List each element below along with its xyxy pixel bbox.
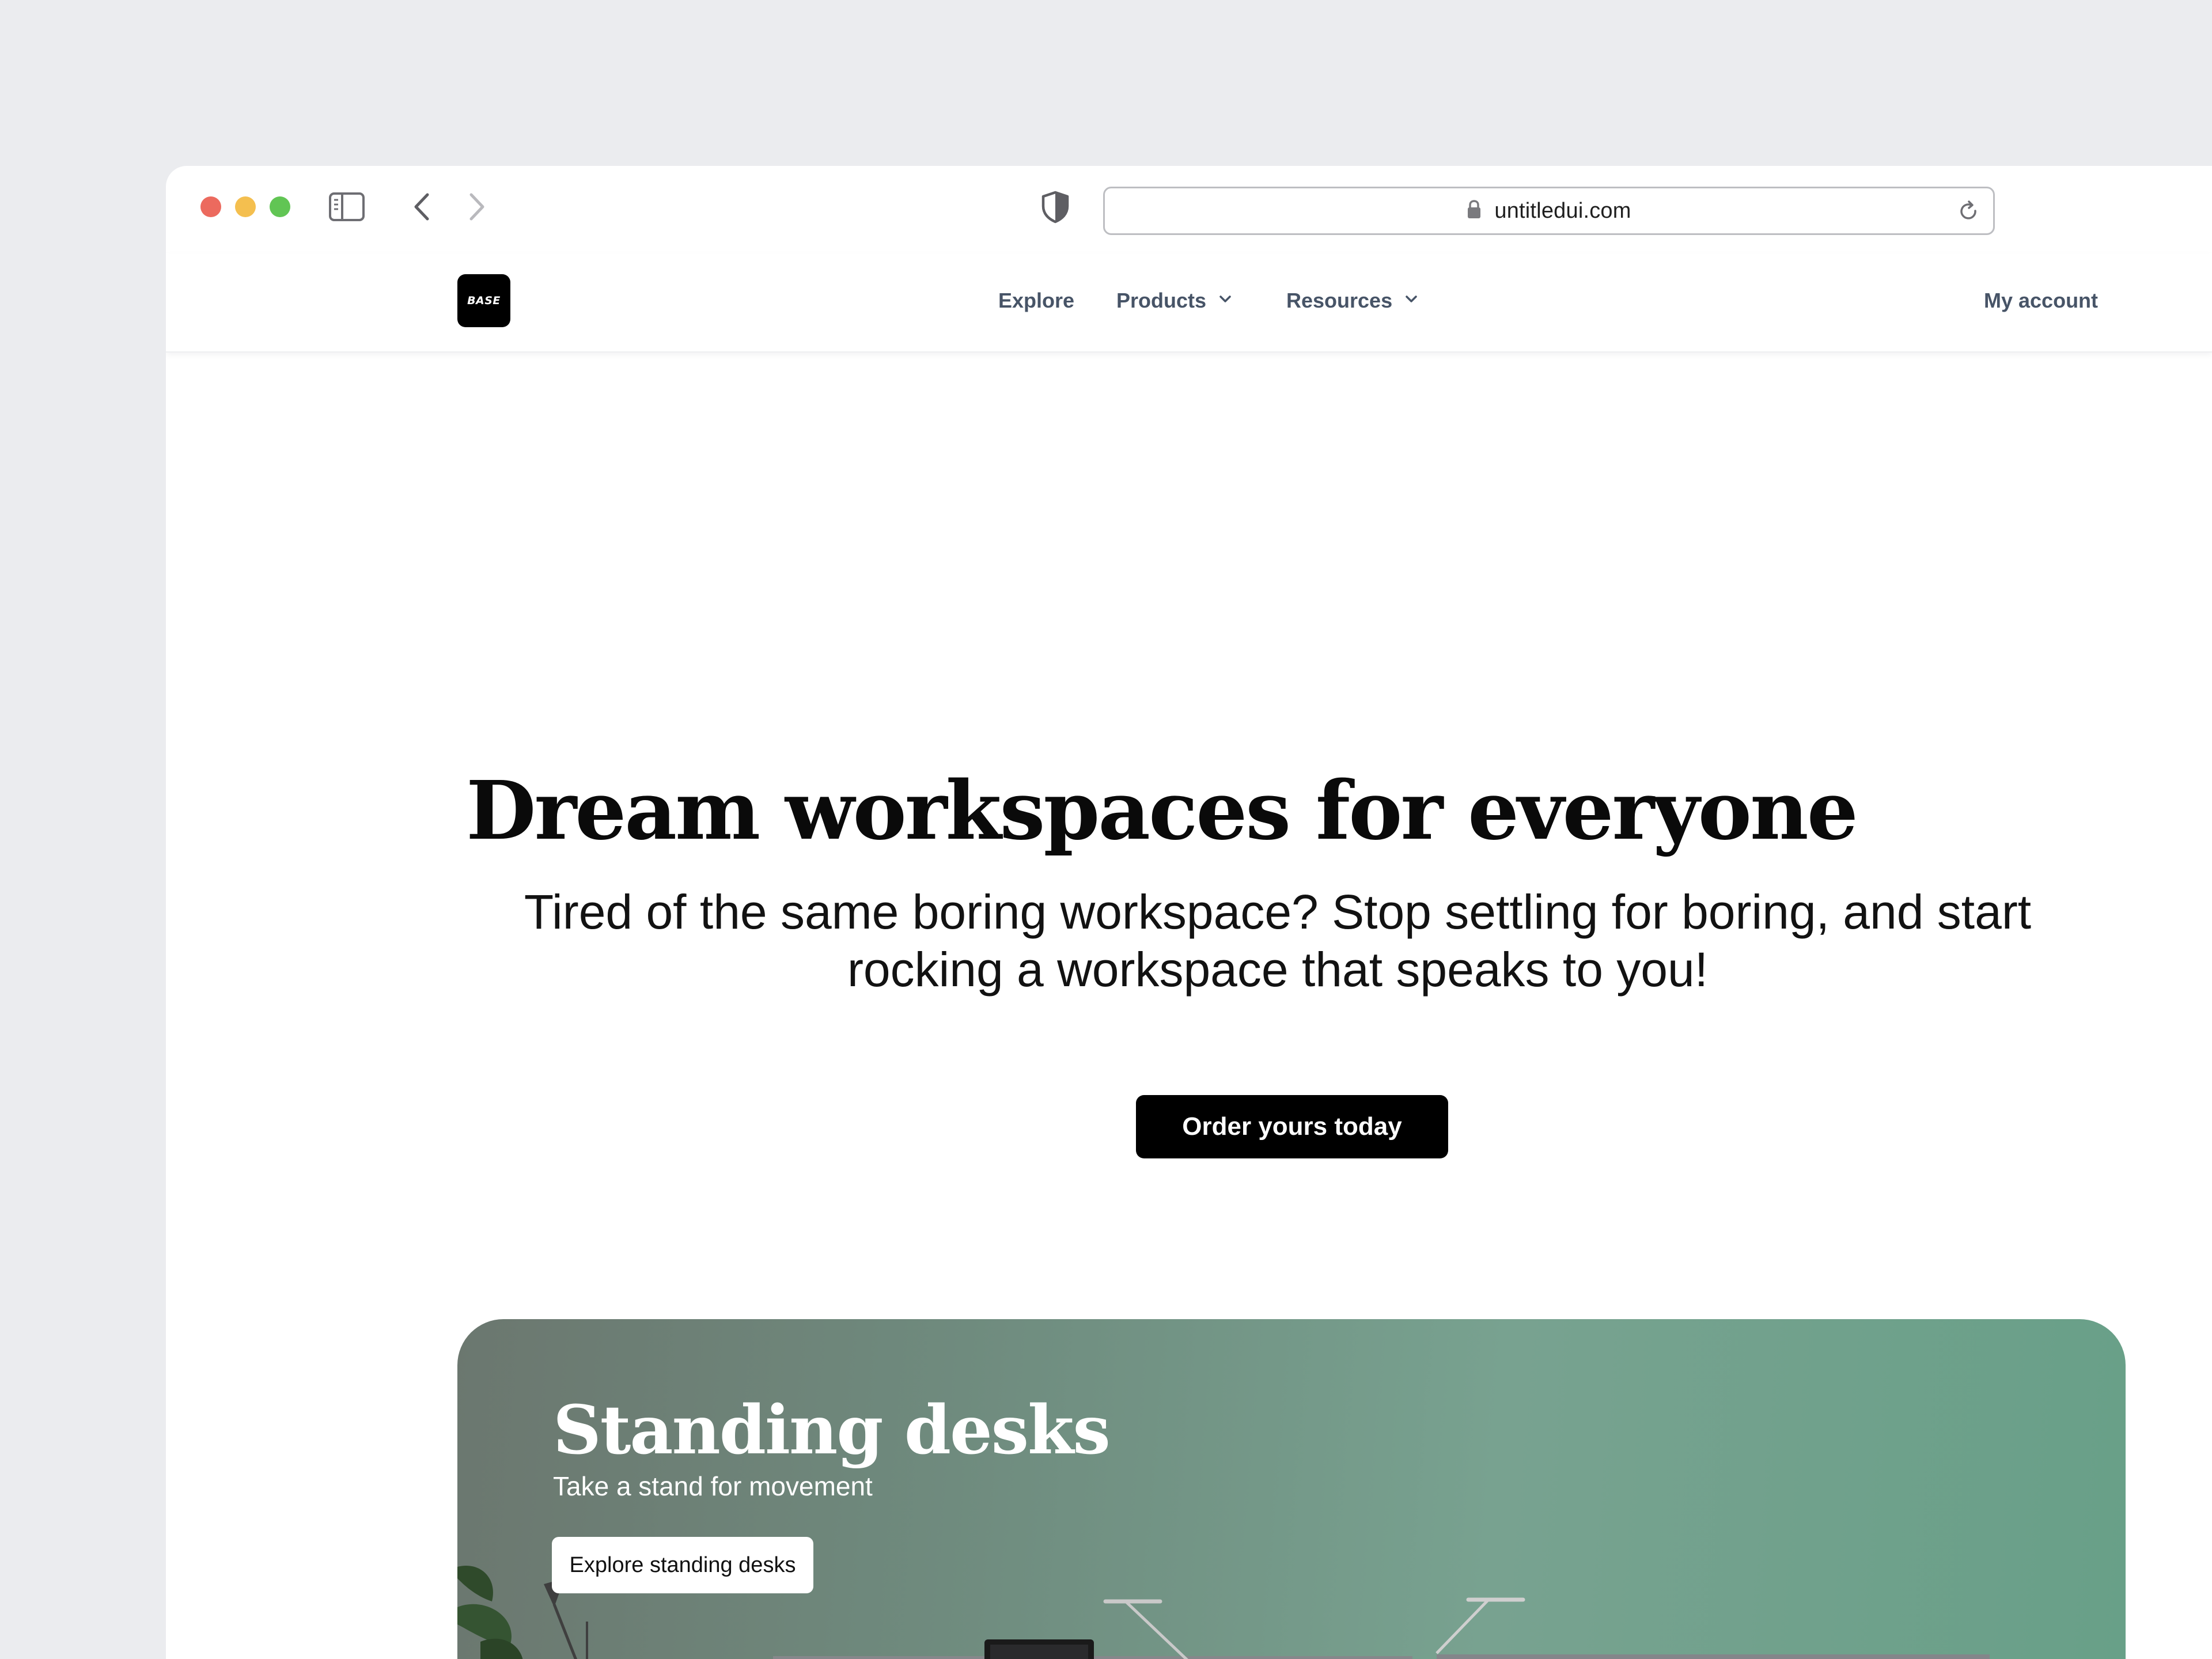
brand-logo[interactable]: BASE [457, 274, 510, 327]
hero-subtitle: Tired of the same boring workspace? Stop… [524, 885, 2032, 997]
card-subtitle: Take a stand for movement [553, 1471, 873, 1501]
maximize-window-button[interactable] [270, 196, 290, 217]
explore-standing-desks-label: Explore standing desks [569, 1552, 796, 1577]
my-account-link[interactable]: My account [1984, 283, 2098, 318]
reload-icon[interactable] [1957, 200, 1980, 223]
lock-icon [1467, 199, 1482, 223]
url-text: untitledui.com [1494, 198, 1631, 223]
nav-explore[interactable]: Explore [998, 283, 1074, 318]
address-bar[interactable]: untitledui.com [1103, 187, 1995, 235]
chevron-down-icon [1403, 289, 1420, 313]
card-title: Standing desks [553, 1391, 1111, 1469]
my-account-label: My account [1984, 289, 2099, 312]
order-button-label: Order yours today [1182, 1112, 1402, 1141]
chevron-right-icon[interactable] [461, 189, 492, 225]
chevron-down-icon [1217, 289, 1234, 313]
nav-products-label: Products [1116, 289, 1207, 312]
nav-explore-label: Explore [998, 289, 1075, 312]
close-window-button[interactable] [200, 196, 221, 217]
shield-icon[interactable] [1038, 189, 1073, 225]
minimize-window-button[interactable] [235, 196, 256, 217]
hero-title: Dream workspaces for everyone [466, 764, 1858, 858]
sidebar-toggle-icon[interactable] [328, 191, 365, 222]
order-button[interactable]: Order yours today [1136, 1095, 1448, 1158]
logo-text: BASE [467, 294, 501, 307]
chevron-left-icon[interactable] [407, 189, 438, 225]
nav-resources-label: Resources [1286, 289, 1393, 312]
nav-products-dropdown[interactable]: Products [1116, 283, 1234, 318]
explore-standing-desks-button[interactable]: Explore standing desks [552, 1537, 813, 1593]
site-header: BASE Explore Products Resources My accou… [166, 253, 2212, 353]
browser-window: untitledui.com BASE Explore Products Res… [166, 166, 2212, 1659]
browser-toolbar: untitledui.com [166, 166, 2212, 253]
standing-desks-card: Standing desks Take a stand for movement… [457, 1319, 2126, 1659]
nav-resources-dropdown[interactable]: Resources [1286, 283, 1420, 318]
